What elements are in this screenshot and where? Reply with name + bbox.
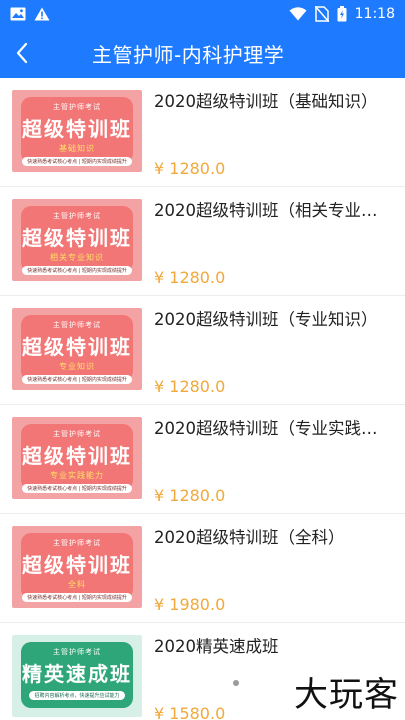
thumbnail-main-text: 精英速成班 <box>22 662 132 686</box>
course-info: 2020超级特训班（相关专业… ¥ 1280.0 <box>154 199 399 287</box>
course-info: 2020超级特训班（基础知识） ¥ 1280.0 <box>154 90 399 178</box>
thumbnail-sub-text: 基础知识 <box>59 144 95 153</box>
thumbnail-main-text: 超级特训班 <box>22 553 132 577</box>
thumbnail-main-text: 超级特训班 <box>22 226 132 250</box>
thumbnail-sub-text: 专业知识 <box>59 362 95 371</box>
thumbnail-note-text: 快速熟悉考试核心考点 | 短期内实现成绩提升 <box>22 157 132 166</box>
course-thumbnail: 主管护师考试 超级特训班 专业实践能力 快速熟悉考试核心考点 | 短期内实现成绩… <box>12 417 142 499</box>
course-title: 2020超级特训班（全科） <box>154 528 345 547</box>
image-icon <box>10 7 26 21</box>
course-title: 2020超级特训班（基础知识） <box>154 92 378 111</box>
course-info: 2020超级特训班（全科） ¥ 1980.0 <box>154 526 399 614</box>
course-info: 2020超级特训班（专业实践… ¥ 1280.0 <box>154 417 399 505</box>
thumbnail-note-text: 快速熟悉考试核心考点 | 短期内实现成绩提升 <box>22 484 132 493</box>
course-price: ¥ 1280.0 <box>154 377 226 396</box>
no-sim-icon <box>314 6 329 22</box>
course-list-item[interactable]: 主管护师考试 超级特训班 专业知识 快速熟悉考试核心考点 | 短期内实现成绩提升… <box>0 296 405 405</box>
course-price: ¥ 1280.0 <box>154 486 226 505</box>
page-indicator-dot <box>233 680 239 686</box>
course-thumbnail: 主管护师考试 超级特训班 相关专业知识 快速熟悉考试核心考点 | 短期内实现成绩… <box>12 199 142 281</box>
thumbnail-top-text: 主管护师考试 <box>53 321 101 329</box>
thumbnail-top-text: 主管护师考试 <box>53 103 101 111</box>
status-right: 11:18 <box>289 6 395 22</box>
back-arrow-icon <box>15 42 29 64</box>
thumbnail-main-text: 超级特训班 <box>22 117 132 141</box>
thumbnail-banner: 主管护师考试 超级特训班 基础知识 快速熟悉考试核心考点 | 短期内实现成绩提升 <box>21 97 133 166</box>
thumbnail-top-text: 主管护师考试 <box>53 212 101 220</box>
course-thumbnail: 主管护师考试 超级特训班 基础知识 快速熟悉考试核心考点 | 短期内实现成绩提升 <box>12 90 142 172</box>
status-bar: 11:18 <box>0 0 405 28</box>
thumbnail-top-text: 主管护师考试 <box>53 648 101 656</box>
course-title: 2020超级特训班（相关专业… <box>154 201 378 220</box>
thumbnail-note-text: 快速熟悉考试核心考点 | 短期内实现成绩提升 <box>22 266 132 275</box>
status-left <box>10 7 50 21</box>
course-thumbnail: 主管护师考试 精英速成班 招聘内容解析考点，快速提升应试能力 <box>12 635 142 717</box>
thumbnail-sub-text: 专业实践能力 <box>50 471 104 480</box>
page-title: 主管护师-内科护理学 <box>92 42 285 67</box>
course-thumbnail: 主管护师考试 超级特训班 全科 快速熟悉考试核心考点 | 短期内实现成绩提升 <box>12 526 142 608</box>
thumbnail-note-text: 招聘内容解析考点，快速提升应试能力 <box>29 691 125 700</box>
course-price: ¥ 1280.0 <box>154 268 226 287</box>
status-time: 11:18 <box>354 6 395 22</box>
course-price: ¥ 1280.0 <box>154 159 226 178</box>
course-list: 主管护师考试 超级特训班 基础知识 快速熟悉考试核心考点 | 短期内实现成绩提升… <box>0 78 405 720</box>
course-list-item[interactable]: 主管护师考试 超级特训班 全科 快速熟悉考试核心考点 | 短期内实现成绩提升 2… <box>0 514 405 623</box>
wifi-icon <box>289 7 307 21</box>
course-list-item[interactable]: 主管护师考试 超级特训班 相关专业知识 快速熟悉考试核心考点 | 短期内实现成绩… <box>0 187 405 296</box>
course-thumbnail: 主管护师考试 超级特训班 专业知识 快速熟悉考试核心考点 | 短期内实现成绩提升 <box>12 308 142 390</box>
thumbnail-top-text: 主管护师考试 <box>53 539 101 547</box>
battery-charging-icon <box>337 6 347 22</box>
back-button[interactable] <box>0 28 44 78</box>
course-title: 2020精英速成班 <box>154 637 279 656</box>
warning-icon <box>34 7 50 21</box>
thumbnail-note-text: 快速熟悉考试核心考点 | 短期内实现成绩提升 <box>22 375 132 384</box>
thumbnail-sub-text: 相关专业知识 <box>50 253 104 262</box>
thumbnail-main-text: 超级特训班 <box>22 444 132 468</box>
thumbnail-banner: 主管护师考试 超级特训班 相关专业知识 快速熟悉考试核心考点 | 短期内实现成绩… <box>21 206 133 275</box>
course-list-item[interactable]: 主管护师考试 超级特训班 基础知识 快速熟悉考试核心考点 | 短期内实现成绩提升… <box>0 78 405 187</box>
thumbnail-sub-text: 全科 <box>68 580 86 589</box>
thumbnail-top-text: 主管护师考试 <box>53 430 101 438</box>
course-title: 2020超级特训班（专业知识） <box>154 310 378 329</box>
thumbnail-note-text: 快速熟悉考试核心考点 | 短期内实现成绩提升 <box>22 593 132 602</box>
app-bar: 主管护师-内科护理学 <box>0 28 405 78</box>
course-list-item[interactable]: 主管护师考试 超级特训班 专业实践能力 快速熟悉考试核心考点 | 短期内实现成绩… <box>0 405 405 514</box>
watermark-logo: 大玩客 <box>294 675 399 715</box>
thumbnail-banner: 主管护师考试 超级特训班 全科 快速熟悉考试核心考点 | 短期内实现成绩提升 <box>21 533 133 602</box>
thumbnail-banner: 主管护师考试 超级特训班 专业实践能力 快速熟悉考试核心考点 | 短期内实现成绩… <box>21 424 133 493</box>
course-title: 2020超级特训班（专业实践… <box>154 419 378 438</box>
thumbnail-main-text: 超级特训班 <box>22 335 132 359</box>
thumbnail-banner: 主管护师考试 精英速成班 招聘内容解析考点，快速提升应试能力 <box>21 642 133 708</box>
thumbnail-banner: 主管护师考试 超级特训班 专业知识 快速熟悉考试核心考点 | 短期内实现成绩提升 <box>21 315 133 384</box>
course-info: 2020超级特训班（专业知识） ¥ 1280.0 <box>154 308 399 396</box>
course-price: ¥ 1980.0 <box>154 595 226 614</box>
